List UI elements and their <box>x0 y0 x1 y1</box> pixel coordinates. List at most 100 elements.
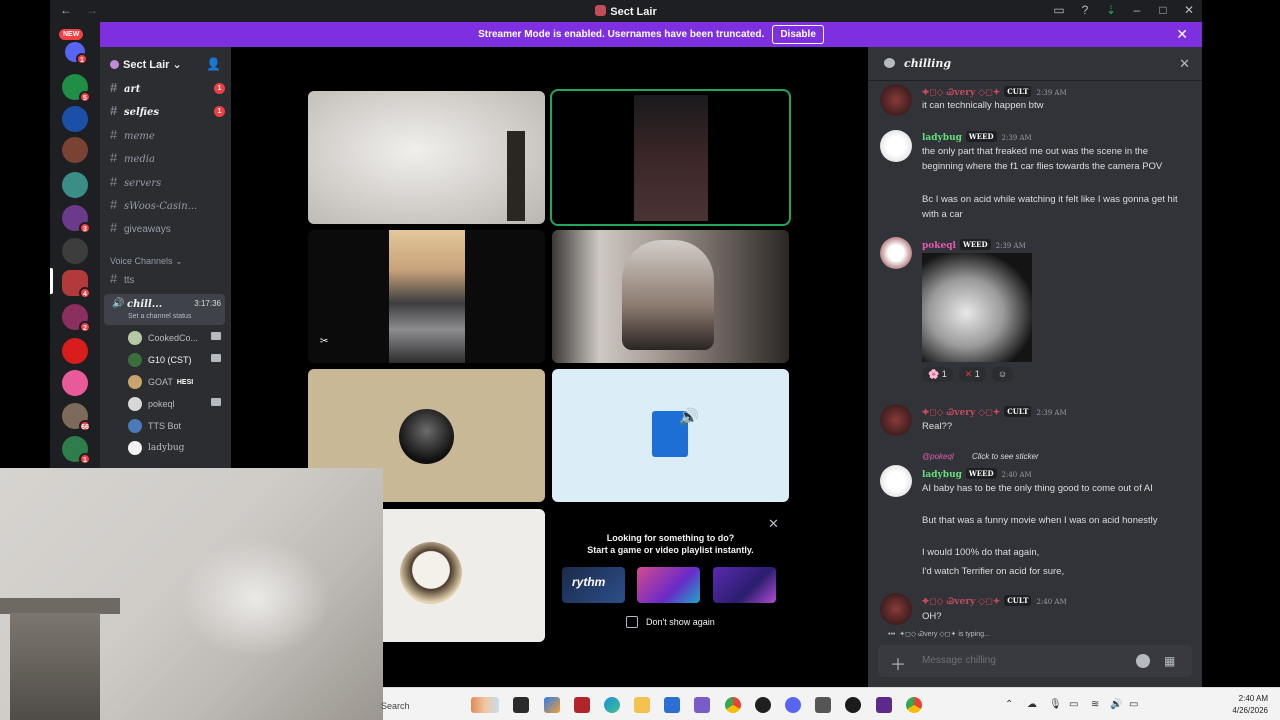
message-composer[interactable]: ＋ Message chilling ▦ <box>878 645 1192 677</box>
tray-chevron-icon[interactable]: ⌃ <box>1005 699 1013 710</box>
camera-app-icon[interactable] <box>815 697 831 713</box>
edge-icon[interactable] <box>604 697 620 713</box>
volume-icon[interactable]: 🔊 <box>1110 699 1122 710</box>
add-reaction-icon[interactable]: ☺ <box>991 367 1014 382</box>
help-icon[interactable]: ? <box>1078 3 1092 17</box>
message-author[interactable]: ✦◻◇ Ꮚvery ◇◻✦ CULT 2:39 AM <box>922 86 1067 98</box>
chat-channel-name: chilling <box>904 57 952 70</box>
chevron-down-icon: ⌄ <box>175 256 183 266</box>
active-voice-channel[interactable]: 🔊 chill... 3:17:36 Set a channel status <box>104 294 225 325</box>
server-name[interactable]: Sect Lair ⌄ <box>110 58 182 71</box>
minimize-icon[interactable]: – <box>1130 3 1144 17</box>
avatar[interactable] <box>880 465 912 497</box>
media-player-icon[interactable] <box>845 697 861 713</box>
app-icon[interactable] <box>574 697 590 713</box>
channel-casino[interactable]: # sWoos-Casin... <box>110 197 225 217</box>
server-icon-purple[interactable]: 3 <box>62 205 91 234</box>
server-icon-cat[interactable] <box>62 370 88 396</box>
server-icon-xmas[interactable]: 1 <box>62 436 91 465</box>
discord-icon[interactable] <box>785 697 801 713</box>
channel-tts[interactable]: # tts <box>110 271 225 291</box>
channel-meme[interactable]: # meme <box>110 127 225 147</box>
emoji-icon[interactable] <box>1136 654 1150 668</box>
add-member-icon[interactable]: 👤 <box>206 57 221 71</box>
channel-media[interactable]: # media <box>110 150 225 170</box>
download-icon[interactable]: ⇣ <box>1104 3 1118 17</box>
avatar[interactable] <box>880 593 912 625</box>
video-tile-speaking[interactable] <box>550 89 791 226</box>
server-icon-blue[interactable] <box>62 106 88 132</box>
app-icon[interactable] <box>694 697 710 713</box>
message-author[interactable]: ✦◻◇ Ꮚvery ◇◻✦ CULT 2:39 AM <box>922 406 1067 418</box>
channel-servers[interactable]: # servers <box>110 174 225 194</box>
reaction[interactable]: ✕ 1 <box>958 367 986 382</box>
app-icon[interactable] <box>755 697 771 713</box>
voice-user[interactable]: pokeql <box>128 394 223 414</box>
channel-status[interactable]: Set a channel status <box>128 313 191 320</box>
chat-close-icon[interactable]: ✕ <box>1179 56 1190 72</box>
promo-game[interactable] <box>637 567 700 603</box>
dont-show-again[interactable]: Don't show again <box>626 616 715 628</box>
banner-close-icon[interactable]: ✕ <box>1176 26 1188 43</box>
avatar[interactable] <box>880 404 912 436</box>
store-icon[interactable] <box>664 697 680 713</box>
voice-user[interactable]: ladybug <box>128 438 223 458</box>
channel-selfies[interactable]: # selfies 1 <box>110 103 225 123</box>
reaction[interactable]: 🌸 1 <box>922 367 953 382</box>
app-icon[interactable] <box>876 697 892 713</box>
clock[interactable]: 2:40 AM 4/26/2026 <box>1232 693 1268 717</box>
taskbar-search[interactable]: Search <box>381 701 410 711</box>
close-icon[interactable]: ✕ <box>1182 3 1196 17</box>
video-tile[interactable]: ✂ <box>308 230 545 363</box>
video-tile-tts-bot[interactable]: 🔊 <box>552 369 789 502</box>
avatar[interactable] <box>880 237 912 269</box>
message-author[interactable]: ✦◻◇ Ꮚvery ◇◻✦ CULT 2:40 AM <box>922 595 1067 607</box>
network-icon[interactable]: ▭ <box>1069 699 1078 710</box>
server-icon-teal[interactable] <box>62 172 88 198</box>
file-explorer-icon[interactable] <box>634 697 650 713</box>
reply-preview[interactable]: @pokeql Click to see sticker <box>922 452 1039 461</box>
home-icon[interactable]: 1 <box>65 42 88 65</box>
maximize-icon[interactable]: □ <box>1156 3 1170 17</box>
video-tile[interactable] <box>552 230 789 363</box>
widgets-icon[interactable] <box>471 697 499 713</box>
server-icon-arc[interactable]: 66 <box>62 403 91 432</box>
channel-art[interactable]: # art 1 <box>110 80 225 100</box>
disable-button[interactable]: Disable <box>772 25 824 44</box>
avatar[interactable] <box>880 84 912 116</box>
battery-icon[interactable]: ▭ <box>1129 699 1138 710</box>
copilot-icon[interactable] <box>544 697 560 713</box>
voice-user[interactable]: GOAT HESI <box>128 372 223 392</box>
avatar[interactable] <box>880 130 912 162</box>
voice-category[interactable]: Voice Channels ⌄ <box>110 256 183 267</box>
chrome-icon[interactable] <box>906 697 922 713</box>
server-icon-green[interactable]: 5 <box>62 74 91 103</box>
message-author[interactable]: pokeql WEED 2:39 AM <box>922 239 1026 251</box>
chrome-icon[interactable] <box>725 697 741 713</box>
apps-icon[interactable]: ▦ <box>1164 654 1178 668</box>
message-input[interactable]: Message chilling <box>922 655 996 666</box>
server-icon-sect-lair[interactable]: 4 <box>62 270 91 299</box>
message-image[interactable] <box>922 253 1032 362</box>
promo-game[interactable] <box>713 567 776 603</box>
wifi-icon[interactable]: ≋ <box>1091 699 1099 710</box>
promo-rythm[interactable]: rythm <box>562 567 625 603</box>
channel-giveaways[interactable]: # giveaways <box>110 220 225 240</box>
inbox-icon[interactable]: ▭ <box>1052 3 1066 17</box>
plus-icon[interactable]: ＋ <box>890 651 906 675</box>
activity-close-icon[interactable]: ✕ <box>768 516 779 532</box>
dont-show-checkbox[interactable] <box>626 616 638 628</box>
message-author[interactable]: ladybug WEED 2:40 AM <box>922 468 1032 480</box>
server-icon-roleplay[interactable] <box>62 238 88 264</box>
voice-user[interactable]: G10 (CST) <box>128 350 223 370</box>
server-icon-brown[interactable] <box>62 137 88 163</box>
message-author[interactable]: ladybug WEED 2:39 AM <box>922 131 1032 143</box>
server-icon-red[interactable] <box>62 338 88 364</box>
voice-user[interactable]: CookedCo... <box>128 328 223 348</box>
onedrive-icon[interactable]: ☁ <box>1027 699 1037 710</box>
server-icon-pink[interactable]: 2 <box>62 304 91 333</box>
microphone-icon[interactable]: 🎙 <box>1049 699 1062 710</box>
voice-user[interactable]: TTS Bot <box>128 416 223 436</box>
video-tile[interactable] <box>308 91 545 224</box>
task-view-icon[interactable] <box>513 697 529 713</box>
